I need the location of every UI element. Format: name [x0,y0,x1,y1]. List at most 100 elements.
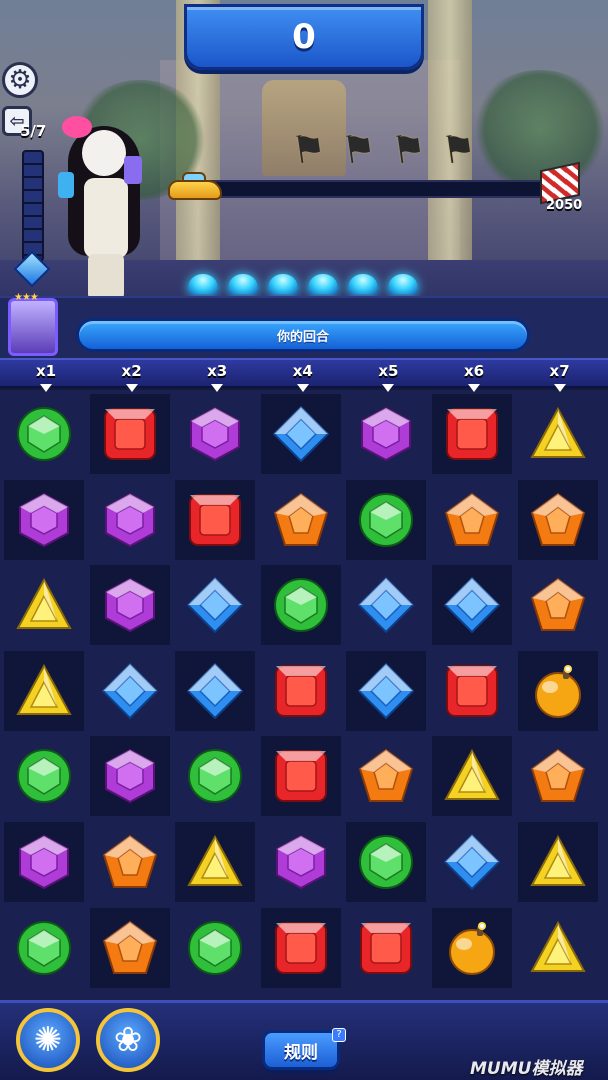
blue-gem-icon[interactable] [187,577,244,634]
bomb-icon[interactable] [444,920,500,976]
board-cell[interactable] [518,736,598,816]
orange-gem-icon[interactable] [273,492,329,548]
board-cell[interactable] [260,736,341,817]
board-cell[interactable] [89,736,170,817]
purple-gem-icon[interactable] [187,406,243,462]
blue-gem-icon[interactable] [358,662,415,719]
board-cell[interactable] [432,822,512,902]
blue-gem-icon[interactable] [272,406,329,462]
green-gem-icon[interactable] [358,834,414,890]
board-cell[interactable] [89,565,170,646]
board-cell[interactable] [4,822,84,902]
blue-gem-icon[interactable] [444,577,500,634]
sun-burst-booster-button[interactable]: ✺ [16,1008,80,1072]
board-cell[interactable] [432,480,512,560]
board-cell[interactable] [432,565,512,646]
orange-gem-icon[interactable] [530,748,586,804]
board-cell[interactable] [346,565,426,645]
red-gem-icon[interactable] [187,492,243,548]
green-gem-icon[interactable] [358,492,414,548]
orange-gem-icon[interactable] [530,577,586,633]
bomb-icon[interactable] [530,663,586,719]
board-cell[interactable] [346,736,426,816]
yellow-gem-icon[interactable] [16,577,72,633]
board-cell[interactable] [432,907,512,988]
board-cell[interactable] [260,907,341,988]
board-cell[interactable] [89,907,170,988]
yellow-gem-icon[interactable] [529,834,586,890]
board-cell[interactable] [4,736,84,816]
board-cell[interactable] [4,565,84,645]
green-gem-icon[interactable] [273,577,329,633]
orange-gem-icon[interactable] [102,834,158,890]
yellow-gem-icon[interactable] [16,663,72,719]
purple-gem-icon[interactable] [102,492,158,548]
yellow-gem-icon[interactable] [529,920,586,976]
blue-gem-icon[interactable] [358,577,415,634]
red-gem-icon[interactable] [358,920,414,976]
purple-gem-icon[interactable] [16,834,72,890]
blue-gem-icon[interactable] [187,662,244,719]
red-gem-icon[interactable] [102,406,158,462]
board-cell[interactable] [90,651,170,731]
board-cell[interactable] [518,394,598,474]
board-cell[interactable] [432,394,512,474]
board-cell[interactable] [346,479,427,560]
board-cell[interactable] [432,736,512,817]
green-gem-icon[interactable] [187,920,243,976]
yellow-gem-icon[interactable] [187,834,243,890]
board-cell[interactable] [518,565,598,645]
board-cell[interactable] [175,565,255,645]
board-cell[interactable] [90,480,170,560]
board-cell[interactable] [346,394,426,474]
orange-gem-icon[interactable] [444,492,500,548]
board-cell[interactable] [175,822,256,902]
red-gem-icon[interactable] [273,663,329,719]
board-cell[interactable] [260,394,341,474]
board-cell[interactable] [261,480,341,560]
red-gem-icon[interactable] [444,663,500,719]
purple-gem-icon[interactable] [102,748,158,804]
purple-gem-icon[interactable] [102,577,158,633]
board-cell[interactable] [175,650,256,731]
board-cell[interactable] [346,822,427,902]
orange-gem-icon[interactable] [102,920,158,976]
blue-gem-icon[interactable] [101,662,158,719]
board-cell[interactable] [175,479,256,560]
orange-gem-icon[interactable] [530,492,586,548]
green-gem-icon[interactable] [16,748,72,804]
green-gem-icon[interactable] [16,920,72,976]
orange-gem-icon[interactable] [358,748,414,804]
board-cell[interactable] [517,822,598,902]
board-cell[interactable] [175,736,255,816]
board-cell[interactable] [261,651,341,731]
green-gem-icon[interactable] [187,748,243,804]
board-cell[interactable] [4,650,84,731]
red-gem-icon[interactable] [273,748,329,804]
board-cell[interactable] [175,394,255,474]
yellow-gem-icon[interactable] [444,748,500,804]
board-cell[interactable] [89,394,170,474]
board-cell[interactable] [432,651,512,731]
board-cell[interactable] [346,908,426,988]
board-cell[interactable] [4,479,84,560]
settings-gear-icon[interactable]: ⚙ [2,62,38,98]
yellow-gem-icon[interactable] [529,406,586,462]
blue-gem-icon[interactable] [444,834,500,890]
purple-gem-icon[interactable] [358,406,414,462]
board-cell[interactable] [518,908,598,988]
board-cell[interactable] [4,908,84,988]
purple-gem-icon[interactable] [273,834,329,890]
red-gem-icon[interactable] [444,406,500,462]
rules-button[interactable]: 规则 [262,1030,340,1070]
purple-gem-icon[interactable] [16,492,72,548]
board-cell[interactable] [175,908,255,988]
board-cell[interactable] [260,565,341,646]
red-gem-icon[interactable] [273,920,329,976]
board-cell[interactable] [346,650,427,731]
board-cell[interactable] [90,822,170,902]
green-gem-icon[interactable] [16,406,72,462]
rose-booster-button[interactable]: ❀ [96,1008,160,1072]
board-cell[interactable] [517,650,598,731]
board-cell[interactable] [517,479,598,560]
